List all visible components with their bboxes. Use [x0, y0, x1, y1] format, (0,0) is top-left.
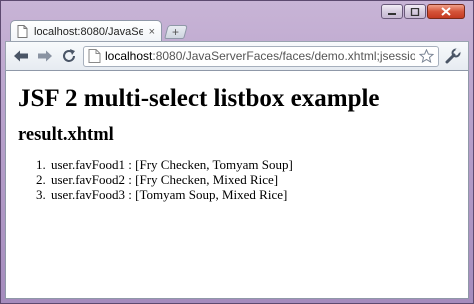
- close-icon: [441, 7, 451, 16]
- toolbar: localhost:8080/JavaServerFaces/faces/dem…: [5, 41, 469, 71]
- address-url: localhost:8080/JavaServerFaces/faces/dem…: [105, 49, 415, 63]
- list-item: user.favFood3 : [Tomyam Soup, Mixed Rice…: [49, 187, 468, 202]
- tab-active[interactable]: localhost:8080/JavaServer... ×: [10, 20, 162, 42]
- tab-title: localhost:8080/JavaServer...: [34, 25, 143, 38]
- page-content: JSF 2 multi-select listbox example resul…: [5, 71, 469, 299]
- forward-button[interactable]: [35, 46, 55, 66]
- window-controls: [381, 4, 465, 19]
- minimize-icon: [388, 12, 396, 15]
- list-item: user.favFood2 : [Fry Checken, Mixed Rice…: [49, 172, 468, 187]
- browser-window: localhost:8080/JavaServer... × +: [0, 0, 474, 304]
- url-host: localhost: [105, 49, 153, 63]
- page-subtitle: result.xhtml: [18, 125, 114, 145]
- new-tab-button[interactable]: +: [164, 25, 188, 39]
- page-icon: [17, 25, 28, 38]
- star-icon[interactable]: [419, 49, 434, 63]
- wrench-icon: [445, 48, 461, 64]
- minimize-button[interactable]: [381, 4, 403, 19]
- close-window-button[interactable]: [427, 4, 465, 19]
- page-title: JSF 2 multi-select listbox example: [18, 85, 380, 112]
- address-bar[interactable]: localhost:8080/JavaServerFaces/faces/dem…: [83, 45, 439, 67]
- reload-icon: [63, 49, 75, 62]
- url-path: :8080/JavaServerFaces/faces/demo.xhtml;j…: [152, 49, 415, 63]
- maximize-button[interactable]: [404, 4, 426, 19]
- result-list: user.favFood1 : [Fry Checken, Tomyam Sou…: [6, 157, 468, 202]
- tab-close-button[interactable]: ×: [149, 26, 155, 38]
- list-item: user.favFood1 : [Fry Checken, Tomyam Sou…: [49, 157, 468, 172]
- back-button[interactable]: [11, 46, 31, 66]
- menu-button[interactable]: [443, 46, 463, 66]
- back-arrow-icon: [14, 50, 28, 62]
- reload-button[interactable]: [59, 46, 79, 66]
- plus-icon: +: [172, 25, 180, 39]
- page-icon: [88, 49, 101, 63]
- forward-arrow-icon: [38, 50, 52, 62]
- maximize-icon: [410, 7, 420, 16]
